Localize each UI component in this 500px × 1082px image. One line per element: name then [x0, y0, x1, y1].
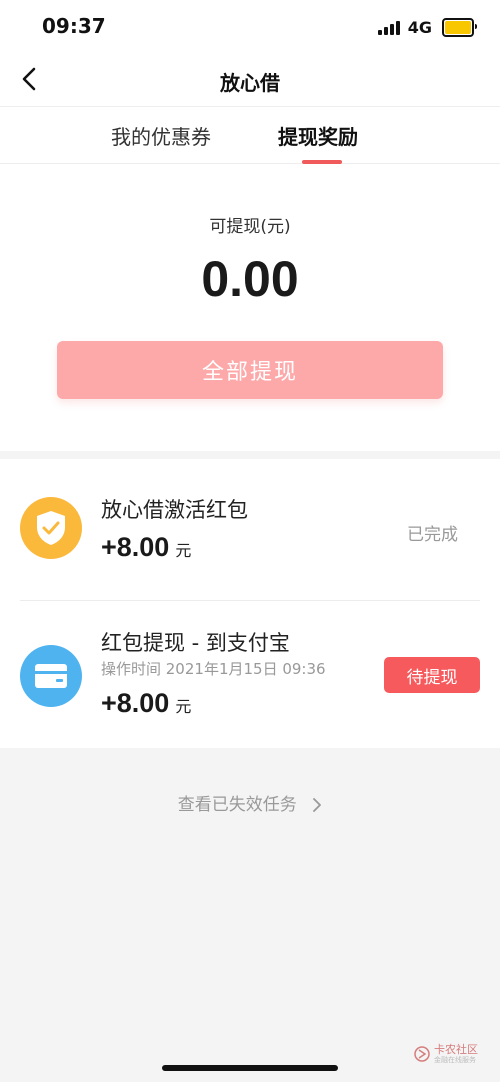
amount-value: +8.00: [101, 532, 170, 562]
tab-bar: 我的优惠券 提现奖励: [0, 107, 500, 164]
balance-card: 可提现(元) 0.00 全部提现: [0, 164, 500, 451]
task-title: 红包提现 - 到支付宝: [101, 631, 290, 655]
status-completed: 已完成: [407, 525, 458, 545]
battery-icon: [442, 17, 477, 37]
signal-icon: [377, 19, 400, 35]
balance-amount: 0.00: [201, 251, 299, 307]
chevron-right-icon: [313, 798, 322, 812]
shield-check-icon: [20, 497, 82, 559]
status-indicators: 4G: [377, 17, 477, 37]
tab-withdraw-rewards[interactable]: 提现奖励: [278, 121, 358, 150]
tab-my-coupons[interactable]: 我的优惠券: [111, 121, 211, 150]
amount-unit: 元: [175, 697, 192, 716]
withdraw-all-button[interactable]: 全部提现: [57, 341, 443, 399]
network-type: 4G: [407, 17, 432, 37]
watermark-logo-icon: [414, 1046, 430, 1062]
card-icon: [20, 645, 82, 707]
view-expired-tasks-link[interactable]: 查看已失效任务: [0, 790, 500, 815]
watermark-subtext: 金融在线服务: [434, 1056, 476, 1064]
home-indicator: [162, 1065, 338, 1071]
reward-task-list: 放心借激活红包 +8.00 元 已完成 红包提现 - 到支付宝 操作时间 202…: [0, 459, 500, 748]
task-amount: +8.00 元: [101, 532, 191, 563]
expired-link-label: 查看已失效任务: [177, 795, 297, 815]
task-amount: +8.00 元: [101, 688, 191, 719]
task-item-alipay-withdraw: 红包提现 - 到支付宝 操作时间 2021年1月15日 09:36 +8.00 …: [0, 601, 500, 748]
status-time: 09:37: [42, 14, 106, 38]
watermark-text: 卡农社区: [434, 1043, 478, 1056]
pending-withdraw-button[interactable]: 待提现: [384, 657, 480, 693]
balance-label: 可提现(元): [209, 217, 291, 237]
task-item-activation: 放心借激活红包 +8.00 元 已完成: [0, 459, 500, 600]
amount-unit: 元: [175, 541, 192, 560]
nav-bar: 放心借: [0, 52, 500, 107]
watermark: 卡农社区 金融在线服务: [414, 1044, 478, 1064]
status-bar: 09:37 4G: [0, 0, 500, 52]
amount-value: +8.00: [101, 688, 170, 718]
task-title: 放心借激活红包: [101, 498, 248, 522]
page-title: 放心借: [220, 71, 280, 95]
operation-time: 操作时间 2021年1月15日 09:36: [101, 660, 326, 678]
